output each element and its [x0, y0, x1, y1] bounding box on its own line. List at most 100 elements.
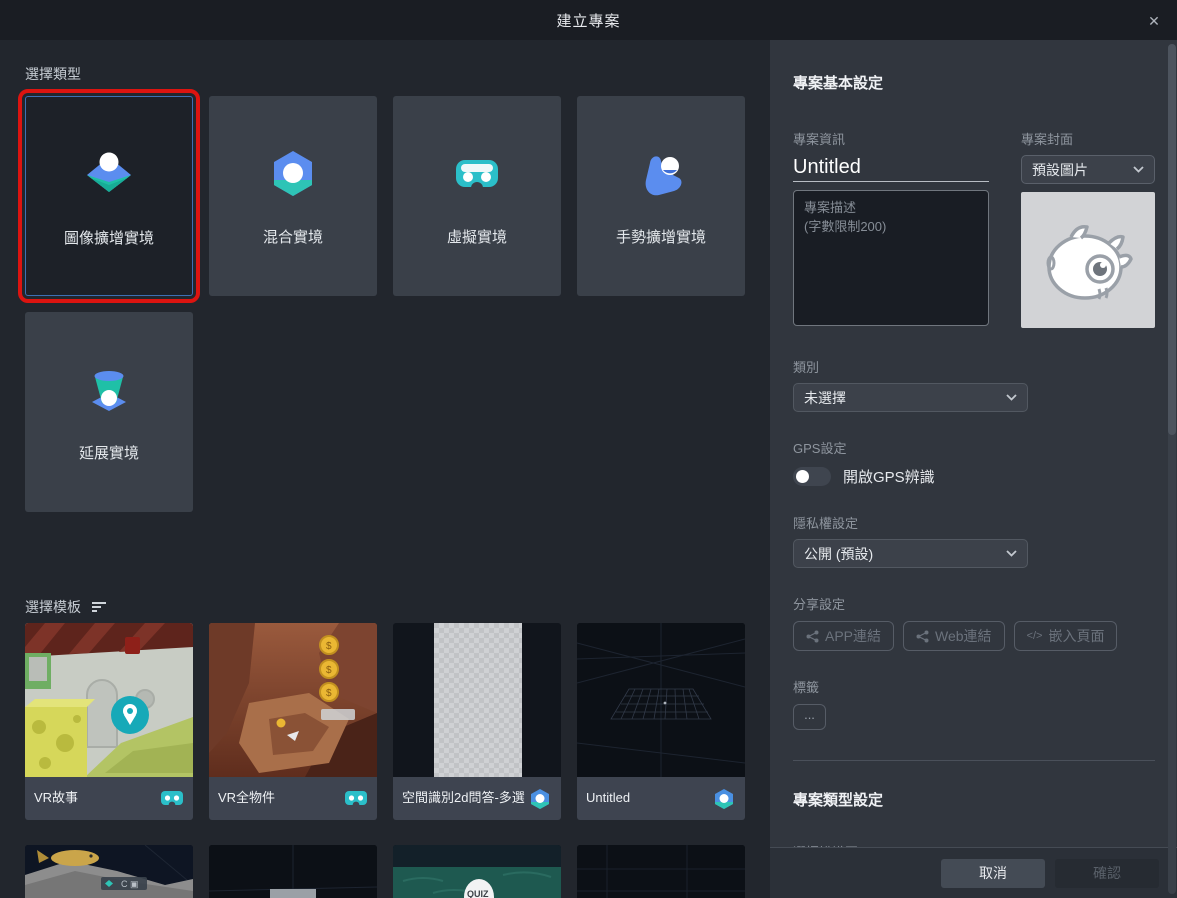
confirm-button[interactable]: 確認: [1055, 859, 1159, 888]
cover-select-value: 預設圖片: [1032, 160, 1088, 180]
svg-text:QUIZ: QUIZ: [467, 889, 489, 898]
type-card-label: 圖像擴增實境: [64, 227, 154, 248]
vr-goggles-icon: [449, 144, 505, 200]
template-row-2-partial: C ▣: [25, 845, 745, 898]
gps-toggle-label: 開啟GPS辨識: [843, 466, 935, 487]
type-card-virtual-reality[interactable]: 虛擬實境: [393, 96, 561, 296]
dialog-title: 建立專案: [556, 10, 620, 31]
cover-select[interactable]: 預設圖片: [1021, 155, 1155, 184]
template-cover-art: [25, 623, 193, 777]
type-card-mixed-reality[interactable]: 混合實境: [209, 96, 377, 296]
template-name: 空間識別2d問答-多選: [402, 790, 528, 806]
template-card-vr-story[interactable]: VR故事: [25, 623, 193, 820]
share-label: 分享設定: [793, 594, 1155, 613]
chevron-down-icon: [1006, 550, 1017, 557]
sort-filter-icon[interactable]: [91, 601, 107, 613]
template-card-partial[interactable]: [209, 845, 377, 898]
chevron-down-icon: [1133, 166, 1144, 173]
dialog-footer: 取消 確認: [770, 847, 1177, 898]
type-settings-heading: 專案類型設定: [793, 789, 1155, 810]
type-card-row-2: 延展實境: [25, 312, 745, 512]
template-cover-art: [577, 845, 745, 898]
location-pin-icon: [111, 696, 149, 734]
share-app-link-button[interactable]: APP連結: [793, 621, 894, 651]
share-nodes-icon: [806, 630, 819, 643]
panel-scrollbar[interactable]: [1168, 44, 1176, 894]
privacy-select-value: 公開 (預設): [804, 544, 873, 564]
template-cover-art: [577, 623, 745, 777]
share-button-label: Web連結: [935, 626, 992, 646]
scrollbar-thumb[interactable]: [1168, 44, 1176, 435]
type-card-image-ar[interactable]: 圖像擴增實境: [25, 96, 193, 296]
fish-mascot-illustration: [1033, 205, 1143, 315]
template-cover-art: QUIZ: [393, 845, 561, 898]
category-label: 類別: [793, 357, 1155, 376]
cancel-button[interactable]: 取消: [941, 859, 1045, 888]
privacy-select[interactable]: 公開 (預設): [793, 539, 1028, 568]
template-name: VR全物件: [218, 790, 344, 806]
type-card-hand-gesture-ar[interactable]: 手勢擴增實境: [577, 96, 745, 296]
toggle-knob: [796, 470, 809, 483]
mixed-reality-hexagon-icon: [265, 144, 321, 200]
gps-toggle[interactable]: [793, 467, 831, 486]
tags-label: 標籤: [793, 677, 1155, 696]
mr-hexagon-icon: [528, 787, 552, 811]
vr-goggles-icon: [160, 787, 184, 811]
template-section-label: 選擇模板: [25, 597, 81, 617]
type-card-row-1: 圖像擴增實境 混合實境 虛擬實境: [25, 96, 745, 296]
left-column: 選擇類型 圖像擴增實境 混合實境: [0, 40, 770, 898]
template-card-vr-objects[interactable]: $ $ $ VR全物件: [209, 623, 377, 820]
share-button-label: APP連結: [825, 626, 881, 646]
svg-text:$: $: [326, 641, 332, 652]
cover-label: 專案封面: [1021, 129, 1155, 148]
type-card-label: 虛擬實境: [447, 226, 507, 247]
template-name: VR故事: [34, 790, 160, 806]
type-card-label: 混合實境: [263, 226, 323, 247]
template-label-bar: VR全物件: [209, 777, 377, 820]
type-card-extended-reality[interactable]: 延展實境: [25, 312, 193, 512]
mr-hexagon-icon: [712, 787, 736, 811]
cover-preview-image: [1021, 192, 1155, 328]
privacy-label: 隱私權設定: [793, 513, 1155, 532]
image-ar-icon: [81, 145, 137, 201]
template-label-bar: VR故事: [25, 777, 193, 820]
dialog-titlebar: 建立專案 ✕: [0, 0, 1177, 40]
vr-goggles-icon: [344, 787, 368, 811]
close-icon[interactable]: ✕: [1143, 10, 1165, 32]
add-tag-button-label: ...: [804, 707, 815, 722]
svg-text:$: $: [326, 688, 332, 699]
coin-icons: $ $ $: [320, 636, 338, 701]
gps-label: GPS設定: [793, 438, 1155, 457]
svg-text:$: $: [326, 665, 332, 676]
type-card-label: 手勢擴增實境: [616, 226, 706, 247]
transparency-checker-pattern: [434, 623, 522, 777]
project-settings-panel: 專案基本設定 專案資訊 專案封面 預設圖片: [770, 40, 1177, 898]
template-cover-art: [393, 623, 561, 777]
embed-code-icon: </>: [1027, 630, 1043, 642]
project-name-input[interactable]: [793, 154, 989, 182]
project-description-textarea[interactable]: [793, 190, 989, 326]
template-card-partial[interactable]: [577, 845, 745, 898]
template-card-partial[interactable]: QUIZ: [393, 845, 561, 898]
share-embed-button[interactable]: </> 嵌入頁面: [1014, 621, 1118, 651]
project-info-label: 專案資訊: [793, 129, 989, 148]
template-section-header: 選擇模板: [25, 598, 745, 616]
type-card-label: 延展實境: [79, 442, 139, 463]
extended-reality-hat-icon: [81, 360, 137, 416]
chevron-down-icon: [1006, 394, 1017, 401]
template-card-partial[interactable]: C ▣: [25, 845, 193, 898]
svg-text:C ▣: C ▣: [121, 879, 139, 889]
template-cover-art: [209, 845, 377, 898]
add-tag-button[interactable]: ...: [793, 704, 826, 730]
template-label-bar: Untitled: [577, 777, 745, 820]
template-cover-art: $ $ $: [209, 623, 377, 777]
section-divider: [793, 760, 1155, 761]
hand-gesture-icon: [633, 144, 689, 200]
share-button-label: 嵌入頁面: [1048, 626, 1104, 646]
settings-heading: 專案基本設定: [793, 72, 1155, 93]
template-card-untitled[interactable]: Untitled: [577, 623, 745, 820]
template-label-bar: 空間識別2d問答-多選: [393, 777, 561, 820]
share-web-link-button[interactable]: Web連結: [903, 621, 1005, 651]
template-card-spatial-quiz[interactable]: 空間識別2d問答-多選: [393, 623, 561, 820]
category-select[interactable]: 未選擇: [793, 383, 1028, 412]
